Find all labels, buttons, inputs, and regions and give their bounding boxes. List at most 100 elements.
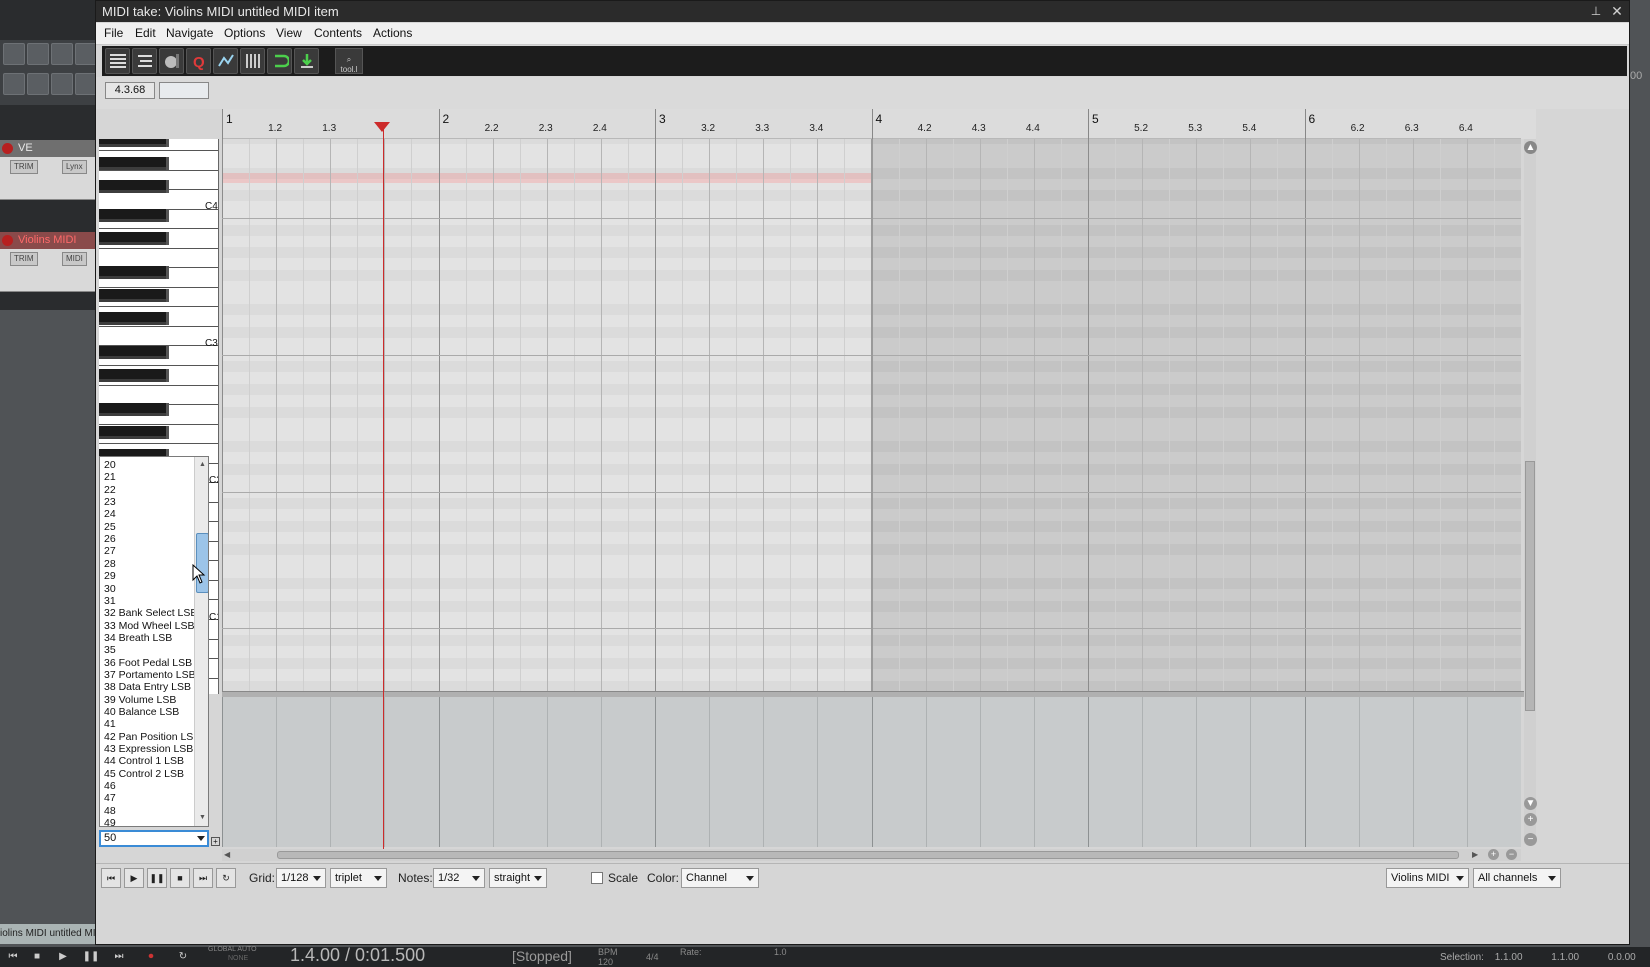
scale-checkbox[interactable] [591,872,603,884]
menu-options[interactable]: Options [224,26,265,40]
trim-button[interactable]: TRIM [10,160,38,174]
cc-list-item[interactable]: 34 Breath LSB [104,632,172,644]
horizontal-scrollbar[interactable]: ◀ ▶ + − [222,849,1521,861]
notes-select[interactable]: 1/32 [433,868,485,888]
cc-list-item[interactable]: 31 [104,595,116,607]
cc-list-item[interactable]: 47 [104,792,116,804]
cc-list-item[interactable]: 32 Bank Select LSB [104,607,197,619]
scroll-up-icon[interactable]: ▲ [1524,141,1537,154]
cc-list-item[interactable]: 46 [104,780,116,792]
cc-list-item[interactable]: 37 Portamento LSB [104,669,196,681]
cc-list-item[interactable]: 25 [104,521,116,533]
horizontal-scroll-thumb[interactable] [277,851,1459,859]
timeline-ruler[interactable]: 1 2 3 4 5 6 1.2 1.3 2.2 2.3 2.4 3.2 3.3 3.4 4.2 4.3 4.4 5… [222,109,1521,139]
black-key[interactable] [99,232,169,245]
track-ve[interactable]: VE TRIM Lynx [0,140,95,200]
menu-file[interactable]: File [104,26,123,40]
vertical-scrollbar[interactable] [1524,139,1536,844]
black-key[interactable] [99,180,169,193]
tool-button[interactable]: ⌕ tool.l [335,48,363,74]
playhead-cursor[interactable] [383,124,384,854]
black-key[interactable] [99,426,169,439]
menu-navigate[interactable]: Navigate [166,26,213,40]
auto-mode-label[interactable]: NONE [228,955,248,962]
scroll-right-icon[interactable]: ▶ [1472,850,1478,859]
event-properties-icon[interactable] [213,48,238,74]
cc-list-item[interactable]: 43 Expression LSB [104,743,193,755]
zoom-out-icon[interactable]: − [1524,833,1537,846]
piano-roll-view-icon[interactable] [105,48,130,74]
cc-lane-select[interactable]: 50 [99,830,209,847]
cc-list-item[interactable]: 45 Control 2 LSB [104,768,184,780]
tool-icon[interactable] [51,73,73,95]
black-key[interactable] [99,266,169,279]
cc-list-item[interactable]: 24 [104,508,116,520]
color-select[interactable]: Channel [681,868,759,888]
cc-list-item[interactable]: 22 [104,484,116,496]
cc-list-item[interactable]: 27 [104,545,116,557]
tool-icon[interactable] [3,43,25,65]
go-start-icon[interactable]: ⏮ [4,950,22,964]
cc-list-item[interactable]: 49 [104,817,116,826]
tool-icon[interactable] [75,73,97,95]
cc-list-item[interactable]: 39 Volume LSB [104,694,176,706]
pin-icon[interactable]: ⊥ [1589,4,1603,18]
notes-type-select[interactable]: straight [489,868,547,888]
play-button[interactable]: ▶ [124,868,144,888]
black-key[interactable] [99,139,169,147]
repeat-icon[interactable]: ↻ [174,950,192,964]
tool-icon[interactable] [51,43,73,65]
named-notes-view-icon[interactable] [132,48,157,74]
drum-mode-icon[interactable] [159,48,184,74]
rate-value[interactable]: 1.0 [774,947,787,957]
pause-button[interactable]: ❚❚ [147,868,167,888]
stop-button[interactable]: ■ [170,868,190,888]
cc-list-item[interactable]: 23 [104,496,116,508]
black-key[interactable] [99,157,169,170]
input-label[interactable]: Lynx [62,160,87,174]
track-select[interactable]: Violins MIDI [1386,868,1469,888]
record-arm-icon[interactable] [2,143,13,154]
pause-icon[interactable]: ❚❚ [82,950,100,964]
go-start-button[interactable]: ⏮ [101,868,121,888]
black-key[interactable] [99,209,169,222]
cc-list-item[interactable]: 48 [104,805,116,817]
track-violins-midi[interactable]: Violins MIDI TRIM MIDI [0,232,95,292]
grid-select[interactable]: 1/128 [276,868,326,888]
tool-icon[interactable] [27,43,49,65]
cc-list-item[interactable]: 41 [104,718,116,730]
channels-select[interactable]: All channels [1473,868,1561,888]
cc-list-item[interactable]: 21 [104,471,116,483]
menu-contents[interactable]: Contents [314,26,362,40]
h-zoom-out-icon[interactable]: − [1506,849,1517,860]
cc-list-item[interactable]: 38 Data Entry LSB [104,681,191,693]
cc-list-item[interactable]: 40 Balance LSB [104,706,179,718]
add-lane-button[interactable]: + [211,837,220,846]
black-key[interactable] [99,403,169,416]
cc-list-item[interactable]: 26 [104,533,116,545]
cc-lane-listbox[interactable]: 20 21 22 23 24 25 26 27 28 29 30 31 32 Bank Select L… [99,456,209,827]
scroll-left-icon[interactable]: ◀ [224,850,230,859]
quantize-icon[interactable]: Q [186,48,211,74]
black-key[interactable] [99,289,169,302]
cc-list-item[interactable]: 33 Mod Wheel LSB [104,620,194,632]
black-key[interactable] [99,312,169,325]
piano-roll-grid[interactable] [222,139,1521,691]
cc-list-item[interactable]: 29 [104,570,116,582]
cc-list-item[interactable]: 28 [104,558,116,570]
record-icon[interactable]: ⏺ [142,950,160,964]
cc-lane[interactable] [222,697,1521,847]
tool-icon[interactable] [27,73,49,95]
length-field[interactable] [159,82,209,99]
grid-icon[interactable] [240,48,265,74]
h-zoom-in-icon[interactable]: + [1488,849,1499,860]
playhead-marker-icon[interactable] [374,122,390,132]
cc-list-item[interactable]: 36 Foot Pedal LSB [104,657,192,669]
cc-list-scroll-thumb[interactable] [196,533,208,593]
menu-edit[interactable]: Edit [135,26,156,40]
input-label[interactable]: MIDI [62,252,87,266]
snap-icon[interactable] [294,48,319,74]
cc-list-item[interactable]: 30 [104,583,116,595]
close-icon[interactable]: ✕ [1609,4,1625,18]
media-item-label[interactable]: iolins MIDI untitled MI [0,924,95,944]
